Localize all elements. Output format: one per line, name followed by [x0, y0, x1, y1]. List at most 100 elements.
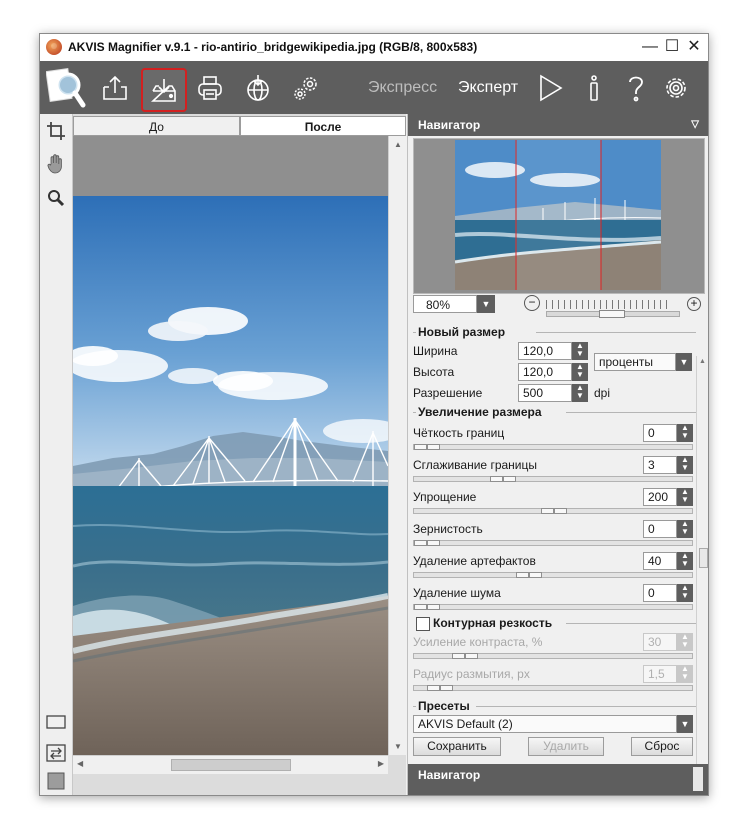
enlarge-section-title: Увеличение размера — [418, 405, 542, 419]
settings-gear-icon[interactable] — [658, 70, 694, 106]
resolution-field[interactable]: 500 — [518, 384, 572, 402]
param-value-field[interactable]: 30 — [643, 633, 677, 651]
mode-express-tab[interactable]: Экспресс — [368, 79, 437, 97]
param-slider[interactable] — [413, 508, 693, 514]
navigator-header[interactable]: Навигатор ▽ — [408, 114, 708, 136]
zoom-slider-knob[interactable] — [599, 310, 625, 318]
param-value-field[interactable]: 0 — [643, 584, 677, 602]
section-divider — [566, 623, 696, 624]
param-slider-knob[interactable] — [414, 604, 440, 610]
zoom-slider-ticks — [546, 300, 668, 309]
param-label: Удаление артефактов — [413, 554, 536, 568]
single-view-icon[interactable] — [44, 710, 68, 734]
param-slider[interactable] — [413, 604, 693, 610]
background-color-icon[interactable] — [44, 769, 68, 793]
section-divider — [413, 332, 416, 333]
zoom-field[interactable]: 80% — [413, 295, 477, 313]
bottom-panel-scrollbar[interactable] — [693, 767, 703, 791]
save-preset-button[interactable]: Сохранить — [413, 737, 501, 756]
mode-expert-tab[interactable]: Эксперт — [458, 79, 518, 97]
navigator-preview[interactable] — [413, 138, 705, 294]
canvas-horizontal-scrollbar[interactable]: ◀ ▶ — [73, 755, 388, 774]
param-spinner[interactable]: ▲ ▼ — [677, 584, 693, 602]
delete-preset-button[interactable]: Удалить — [528, 737, 604, 756]
close-button[interactable]: ✕ — [684, 37, 704, 57]
param-spinner[interactable]: ▲ ▼ — [677, 665, 693, 683]
param-slider-knob[interactable] — [414, 444, 440, 450]
param-spinner[interactable]: ▲ ▼ — [677, 424, 693, 442]
sharpness-checkbox[interactable] — [416, 617, 430, 631]
run-play-icon[interactable] — [532, 70, 568, 106]
param-slider[interactable] — [413, 653, 693, 659]
save-image-icon[interactable] — [141, 68, 187, 112]
canvas-vertical-scrollbar[interactable]: ▲ ▼ — [388, 136, 407, 755]
section-divider — [476, 706, 696, 707]
zoom-slider[interactable] — [546, 310, 680, 318]
param-spinner[interactable]: ▲ ▼ — [677, 488, 693, 506]
collapse-chevron-icon[interactable]: ▽ — [691, 114, 699, 136]
width-spinner[interactable]: ▲ ▼ — [572, 342, 588, 360]
bottom-navigator-header[interactable]: Навигатор — [408, 764, 708, 795]
width-field[interactable]: 120,0 — [518, 342, 572, 360]
unit-select[interactable]: проценты — [594, 353, 676, 371]
width-label: Ширина — [413, 344, 458, 358]
tab-after[interactable]: После — [240, 116, 406, 136]
image-canvas-area: До После ▲ ▼ ◀ ▶ — [73, 114, 407, 795]
param-slider-knob[interactable] — [427, 685, 453, 691]
zoom-out-icon[interactable]: − — [524, 295, 540, 311]
reset-preset-button[interactable]: Сброс — [631, 737, 693, 756]
param-slider-knob[interactable] — [452, 653, 478, 659]
open-image-icon[interactable] — [97, 70, 133, 106]
unit-dropdown-button[interactable]: ▼ — [676, 353, 692, 371]
param-value-field[interactable]: 3 — [643, 456, 677, 474]
main-toolbar: Экспресс Эксперт — [40, 61, 708, 114]
settings-vertical-scrollbar[interactable]: ▲ — [696, 356, 708, 795]
param-value-field[interactable]: 40 — [643, 552, 677, 570]
horizontal-scroll-thumb[interactable] — [171, 759, 291, 771]
print-icon[interactable] — [192, 70, 228, 106]
param-slider[interactable] — [413, 540, 693, 546]
help-icon[interactable] — [618, 70, 654, 106]
param-label: Радиус размытия, px — [413, 667, 530, 681]
param-spinner[interactable]: ▲ ▼ — [677, 520, 693, 538]
param-spinner[interactable]: ▲ ▼ — [677, 552, 693, 570]
zoom-in-icon[interactable]: + — [687, 297, 701, 311]
plugins-gear-icon[interactable] — [288, 70, 324, 106]
height-field[interactable]: 120,0 — [518, 363, 572, 381]
param-spinner[interactable]: ▲ ▼ — [677, 633, 693, 651]
param-slider[interactable] — [413, 685, 693, 691]
tab-before[interactable]: До — [73, 116, 240, 136]
swap-view-icon[interactable] — [44, 741, 68, 765]
param-value-field[interactable]: 200 — [643, 488, 677, 506]
presets-section-title: Пресеты — [418, 699, 470, 713]
preset-dropdown-button[interactable]: ▼ — [677, 715, 693, 733]
param-value-field[interactable]: 0 — [643, 424, 677, 442]
navigator-title: Навигатор — [418, 118, 481, 132]
crop-icon[interactable] — [44, 119, 68, 143]
zoom-icon[interactable] — [44, 186, 68, 210]
param-slider[interactable] — [413, 476, 693, 482]
param-slider-knob[interactable] — [490, 476, 516, 482]
param-value-field[interactable]: 1,5 — [643, 665, 677, 683]
minimize-button[interactable]: — — [640, 37, 660, 57]
param-slider-knob[interactable] — [516, 572, 542, 578]
share-web-icon[interactable] — [240, 70, 276, 106]
height-spinner[interactable]: ▲ ▼ — [572, 363, 588, 381]
param-spinner[interactable]: ▲ ▼ — [677, 456, 693, 474]
section-divider — [413, 412, 416, 413]
settings-scroll-thumb[interactable] — [699, 548, 708, 568]
window-title: AKVIS Magnifier v.9.1 - rio-antirio_brid… — [68, 40, 478, 54]
hand-icon[interactable] — [44, 152, 68, 176]
param-slider-knob[interactable] — [541, 508, 567, 514]
canvas-background — [73, 136, 388, 758]
info-icon[interactable] — [576, 70, 612, 106]
preset-select[interactable]: AKVIS Default (2) — [413, 715, 677, 733]
maximize-button[interactable]: ☐ — [662, 37, 682, 57]
param-slider[interactable] — [413, 444, 693, 450]
param-slider[interactable] — [413, 572, 693, 578]
zoom-dropdown-button[interactable]: ▼ — [477, 295, 495, 313]
resolution-spinner[interactable]: ▲ ▼ — [572, 384, 588, 402]
param-value-field[interactable]: 0 — [643, 520, 677, 538]
resolution-unit-label: dpi — [594, 386, 611, 400]
param-slider-knob[interactable] — [414, 540, 440, 546]
